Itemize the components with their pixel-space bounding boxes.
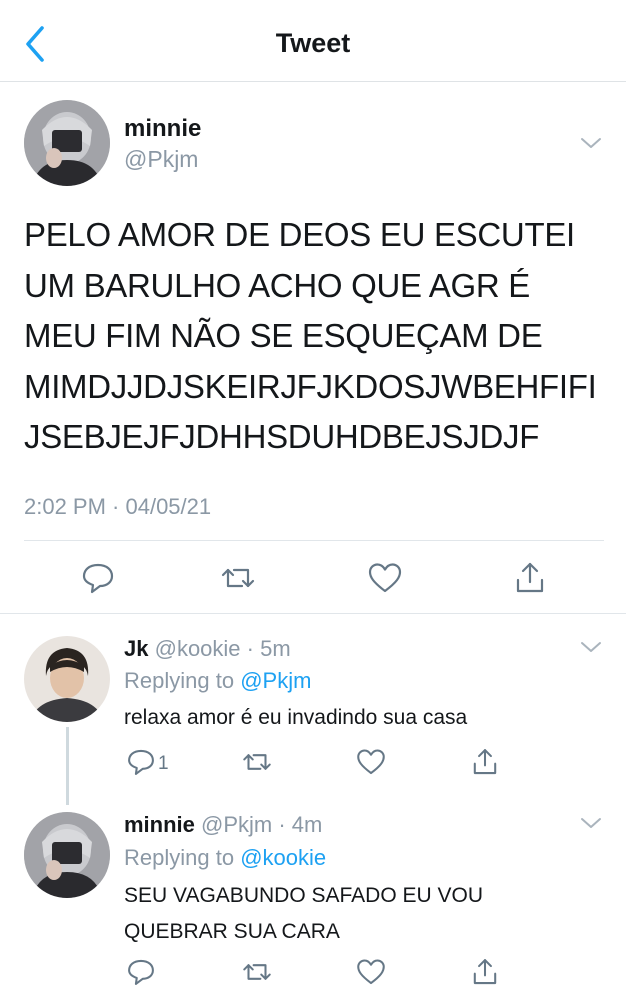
author-name[interactable]: Jk <box>124 636 148 661</box>
like-button[interactable] <box>354 956 394 992</box>
tweet-text-line: PELO AMOR DE DEOS EU ESCUTEI <box>24 216 575 253</box>
reply-text-line: QUEBRAR SUA CARA <box>124 920 340 943</box>
reply-count: 1 <box>158 753 169 774</box>
tweet-text: PELO AMOR DE DEOS EU ESCUTEI UM BARULHO … <box>24 210 614 463</box>
heart-icon <box>357 959 385 985</box>
reply-icon <box>128 959 154 985</box>
chevron-down-icon <box>581 138 601 148</box>
reply-text: SEU VAGABUNDO SAFADO EU VOU QUEBRAR SUA … <box>124 878 594 950</box>
replying-to-label: Replying to <box>124 668 235 693</box>
retweet-button[interactable] <box>240 746 280 782</box>
retweet-icon <box>243 964 271 980</box>
replying-to: Replying to @Pkjm <box>124 668 311 694</box>
author-handle-time[interactable]: @Pkjm · 4m <box>201 812 322 837</box>
reply-header: minnie @Pkjm · 4m <box>124 812 322 838</box>
reply-text-line: relaxa amor é eu invadindo sua casa <box>124 706 468 729</box>
like-button[interactable] <box>365 560 405 596</box>
tweet-text-line: JSEBJEJFJDHHSDUHDBEJSJDJF <box>24 418 540 455</box>
replying-to-label: Replying to <box>124 845 235 870</box>
reply-icon <box>128 749 154 775</box>
author-name[interactable]: minnie <box>124 812 195 837</box>
tweet-timestamp[interactable]: 2:02 PM · 04/05/21 <box>24 494 211 520</box>
retweet-icon <box>221 568 255 588</box>
reply-icon <box>82 563 114 594</box>
avatar[interactable] <box>24 100 110 186</box>
replying-to-handle[interactable]: @kookie <box>240 845 326 870</box>
retweet-button[interactable] <box>218 560 258 596</box>
top-bar: Tweet <box>0 0 626 82</box>
avatar-photo <box>24 812 110 898</box>
avatar[interactable] <box>24 812 110 898</box>
reply-text-line: SEU VAGABUNDO SAFADO EU VOU <box>124 884 484 907</box>
avatar-photo <box>24 636 110 722</box>
tweet-text-line: UM BARULHO ACHO QUE AGR É <box>24 266 530 304</box>
replying-to-handle[interactable]: @Pkjm <box>240 668 311 693</box>
tweet-text-line: MIMDJJDJSKEIRJFJKDOSJWBEHFIFI <box>24 367 597 405</box>
reply-button[interactable] <box>124 956 164 992</box>
tweet-text-line: MEU FIM NÃO SE ESQUEÇAM DE <box>24 317 543 354</box>
reply-header: Jk @kookie · 5m <box>124 636 291 662</box>
reply-button[interactable] <box>78 560 118 596</box>
author-handle[interactable]: @Pkjm <box>124 146 198 173</box>
author-handle-time[interactable]: @kookie · 5m <box>155 636 291 661</box>
like-button[interactable] <box>354 746 394 782</box>
heart-icon <box>368 563 402 593</box>
share-button[interactable] <box>510 560 550 596</box>
heart-icon <box>357 749 385 775</box>
retweet-icon <box>243 754 271 770</box>
share-icon <box>473 749 497 775</box>
thread-connector <box>66 727 69 805</box>
retweet-button[interactable] <box>240 956 280 992</box>
share-button[interactable] <box>468 956 508 992</box>
reply-text: relaxa amor é eu invadindo sua casa <box>124 700 594 736</box>
page-title: Tweet <box>275 28 351 58</box>
chevron-down-icon <box>581 642 601 652</box>
divider <box>0 613 626 614</box>
share-button[interactable] <box>468 746 508 782</box>
share-icon <box>516 562 544 593</box>
divider <box>24 540 604 541</box>
replying-to: Replying to @kookie <box>124 845 326 871</box>
more-options-button[interactable] <box>580 640 602 654</box>
share-icon <box>473 959 497 985</box>
author-name[interactable]: minnie <box>124 115 201 143</box>
more-options-button[interactable] <box>580 136 602 150</box>
avatar[interactable] <box>24 636 110 722</box>
chevron-down-icon <box>581 818 601 828</box>
more-options-button[interactable] <box>580 816 602 830</box>
avatar-photo <box>24 100 110 186</box>
